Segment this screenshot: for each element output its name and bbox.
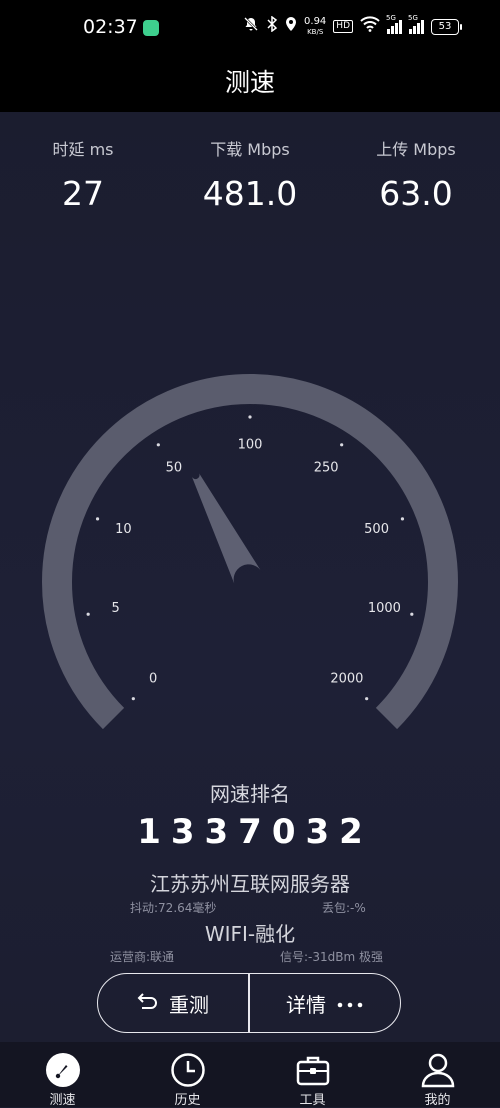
latency-label: 时延 ms <box>52 140 114 159</box>
gauge-tick-dot <box>365 697 369 701</box>
nav-item-profile[interactable]: 我的 <box>375 1042 500 1108</box>
net-speed-value: 0.94 <box>304 15 327 27</box>
gauge-tick-label: 10 <box>115 522 132 537</box>
signal-strength-icon: 5G <box>408 14 424 34</box>
clock-icon <box>170 1052 206 1088</box>
gauge-tick-dot <box>156 443 160 447</box>
nav-label: 历史 <box>174 1093 201 1108</box>
net-speed-unit: KB/S <box>307 27 324 36</box>
bluetooth-icon <box>266 15 278 37</box>
signal-strength-icon: 5G <box>386 14 402 34</box>
sim2-network-type: 5G <box>408 13 418 22</box>
nav-label: 测速 <box>49 1093 76 1108</box>
gauge-tick-labels: 0 5 10 50 100 250 500 1000 2000 <box>111 438 400 687</box>
gauge-tick-label: 0 <box>149 671 157 686</box>
wifi-icon <box>360 16 380 37</box>
sim1-network-type: 5G <box>386 13 396 22</box>
speed-gauge: 0 5 10 50 100 250 500 1000 2000 <box>42 374 458 730</box>
mute-icon <box>243 16 259 37</box>
download-value: 481.0 <box>202 174 298 213</box>
gauge-tick-dot <box>400 517 405 521</box>
undo-arrow-icon <box>137 991 159 1015</box>
gauge-tick-label: 2000 <box>330 671 363 686</box>
status-bar: 02:37 0.94 KB/S HD 5G 5G 53 <box>0 0 500 56</box>
upload-label: 上传 Mbps <box>376 140 456 159</box>
battery-icon: 53 <box>431 18 462 35</box>
user-icon <box>420 1052 456 1088</box>
gauge-tick-dot <box>340 443 344 447</box>
server-name: 江苏苏州互联网服务器 <box>150 872 350 896</box>
upload-value: 63.0 <box>379 174 453 213</box>
action-button-group: 重测 详情 <box>97 973 401 1033</box>
gauge-tick-dot <box>248 415 252 419</box>
rank-value: 1337032 <box>137 812 373 852</box>
carrier-info: 运营商:联通 <box>110 950 175 964</box>
signal-info: 信号:-31dBm 极强 <box>280 950 383 964</box>
status-time: 02:37 <box>83 16 138 38</box>
speedometer-icon <box>45 1052 81 1088</box>
gauge-tick-dot <box>131 697 135 701</box>
battery-level: 53 <box>431 18 459 35</box>
nav-item-tools[interactable]: 工具 <box>250 1042 375 1108</box>
retest-button[interactable]: 重测 <box>98 974 248 1032</box>
status-icons: 0.94 KB/S HD 5G 5G 53 <box>243 14 462 37</box>
gauge-tick-label: 250 <box>314 461 339 476</box>
gauge-tick-label: 500 <box>364 522 389 537</box>
upload-stat: 上传 Mbps 63.0 <box>336 140 496 214</box>
net-speed: 0.94 KB/S <box>304 15 327 37</box>
jitter-value: 抖动:72.64毫秒 <box>130 901 217 915</box>
toolbox-icon <box>295 1052 331 1088</box>
network-name: WIFI-融化 <box>204 922 296 946</box>
gauge-tick-label: 100 <box>238 438 263 453</box>
nav-label: 我的 <box>424 1093 451 1108</box>
gauge-tick-label: 1000 <box>368 601 401 616</box>
gauge-tick-dot <box>86 612 90 616</box>
latency-stat: 时延 ms 27 <box>3 140 163 214</box>
details-button[interactable]: 详情 <box>250 974 400 1032</box>
retest-label: 重测 <box>169 992 209 1017</box>
download-stat: 下载 Mbps 481.0 <box>170 140 330 214</box>
nav-label: 工具 <box>299 1093 326 1108</box>
location-icon <box>285 16 297 37</box>
app-notification-icon <box>143 20 159 36</box>
gauge-tick-label: 5 <box>111 601 119 616</box>
rank-title: 网速排名 <box>210 782 290 806</box>
latency-value: 27 <box>62 174 104 213</box>
title-bar: 测速 <box>0 56 500 112</box>
bottom-navigation: 测速 历史 工具 我的 <box>0 1042 500 1108</box>
gauge-tick-label: 50 <box>166 461 183 476</box>
nav-item-speedtest[interactable]: 测速 <box>0 1042 125 1108</box>
gauge-tick-dot <box>95 517 100 521</box>
download-label: 下载 Mbps <box>210 140 290 159</box>
page-title: 测速 <box>224 68 275 97</box>
gauge-needle <box>191 473 263 587</box>
hd-badge: HD <box>333 20 353 33</box>
more-dots-icon <box>336 993 364 1014</box>
gauge-tick-dot <box>410 612 414 616</box>
details-label: 详情 <box>286 992 326 1017</box>
packet-loss-value: 丢包:-% <box>322 901 366 915</box>
nav-item-history[interactable]: 历史 <box>125 1042 250 1108</box>
